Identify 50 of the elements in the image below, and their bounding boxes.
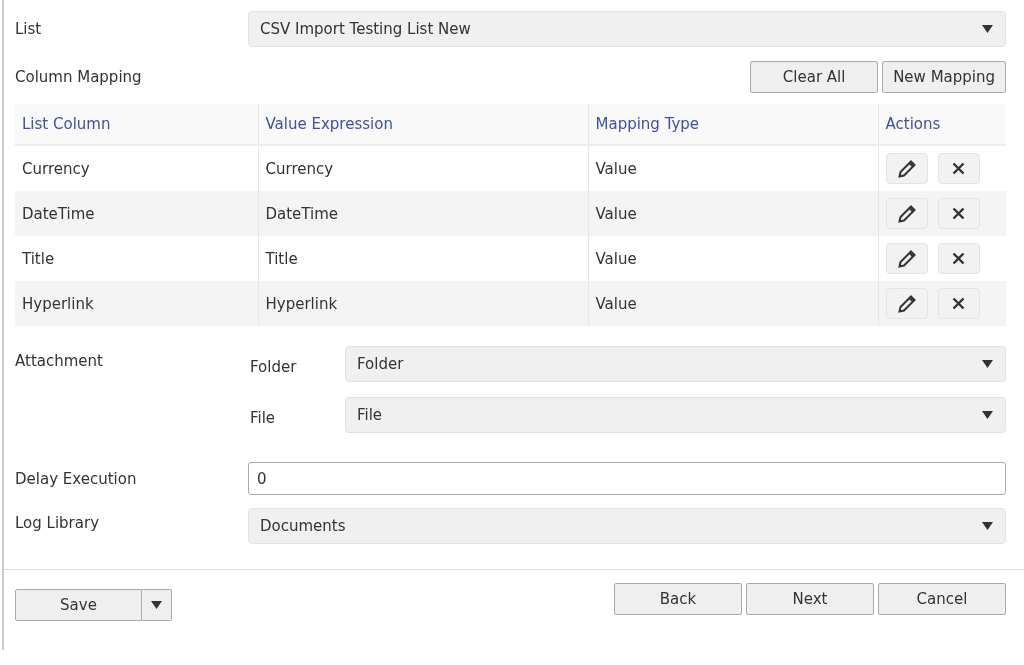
clear-all-button[interactable]: Clear All <box>750 61 879 93</box>
close-icon <box>952 162 965 175</box>
caret-icon <box>982 522 993 530</box>
caret-icon <box>151 601 162 609</box>
column-header[interactable]: Mapping Type <box>588 104 878 145</box>
caret-icon <box>982 360 993 368</box>
nav-button[interactable]: Back <box>614 583 742 615</box>
pencil-icon <box>897 294 916 313</box>
input-field[interactable]: 0 <box>248 462 1006 495</box>
delete-button[interactable] <box>937 153 980 184</box>
dropdown[interactable]: File <box>345 397 1006 433</box>
field-label: Delay Execution <box>15 469 138 488</box>
close-icon <box>952 252 965 265</box>
column-header[interactable]: Actions <box>878 104 1006 145</box>
dropdown[interactable]: Folder <box>345 346 1006 382</box>
close-icon <box>952 207 965 220</box>
list-dropdown[interactable]: CSV Import Testing List New <box>248 11 1006 47</box>
field-label: Attachment <box>15 351 104 370</box>
field-label: List <box>15 20 43 38</box>
log-library-dropdown[interactable]: Documents <box>248 508 1006 544</box>
table-cell: Hyperlink <box>258 281 588 326</box>
save-menu-button[interactable] <box>142 589 172 621</box>
table-cell: Value <box>588 281 878 326</box>
edit-button[interactable] <box>885 153 928 184</box>
nav-button[interactable]: Next <box>746 583 874 615</box>
caret-icon <box>982 411 993 419</box>
section-label: Column Mapping <box>15 68 142 86</box>
save-button[interactable]: Save <box>15 589 142 621</box>
field-label: File <box>250 409 277 427</box>
table-cell: DateTime <box>258 191 588 236</box>
pencil-icon <box>897 204 916 223</box>
edit-button[interactable] <box>885 243 928 274</box>
column-header[interactable]: Value Expression <box>258 104 588 145</box>
field-label: Folder <box>250 358 298 376</box>
edit-button[interactable] <box>885 288 928 319</box>
table-cell: DateTime <box>15 191 258 236</box>
delete-button[interactable] <box>937 288 980 319</box>
delete-button[interactable] <box>937 243 980 274</box>
table-cell: Hyperlink <box>15 281 258 326</box>
pencil-icon <box>897 159 916 178</box>
delete-button[interactable] <box>937 198 980 229</box>
new-mapping-button[interactable]: New Mapping <box>882 61 1006 93</box>
column-header[interactable]: List Column <box>15 104 258 145</box>
table-cell: Value <box>588 191 878 236</box>
nav-button[interactable]: Cancel <box>878 583 1006 615</box>
close-icon <box>952 297 965 310</box>
edit-button[interactable] <box>885 198 928 229</box>
caret-icon <box>982 25 993 33</box>
pencil-icon <box>897 249 916 268</box>
field-label: Log Library <box>15 513 100 532</box>
